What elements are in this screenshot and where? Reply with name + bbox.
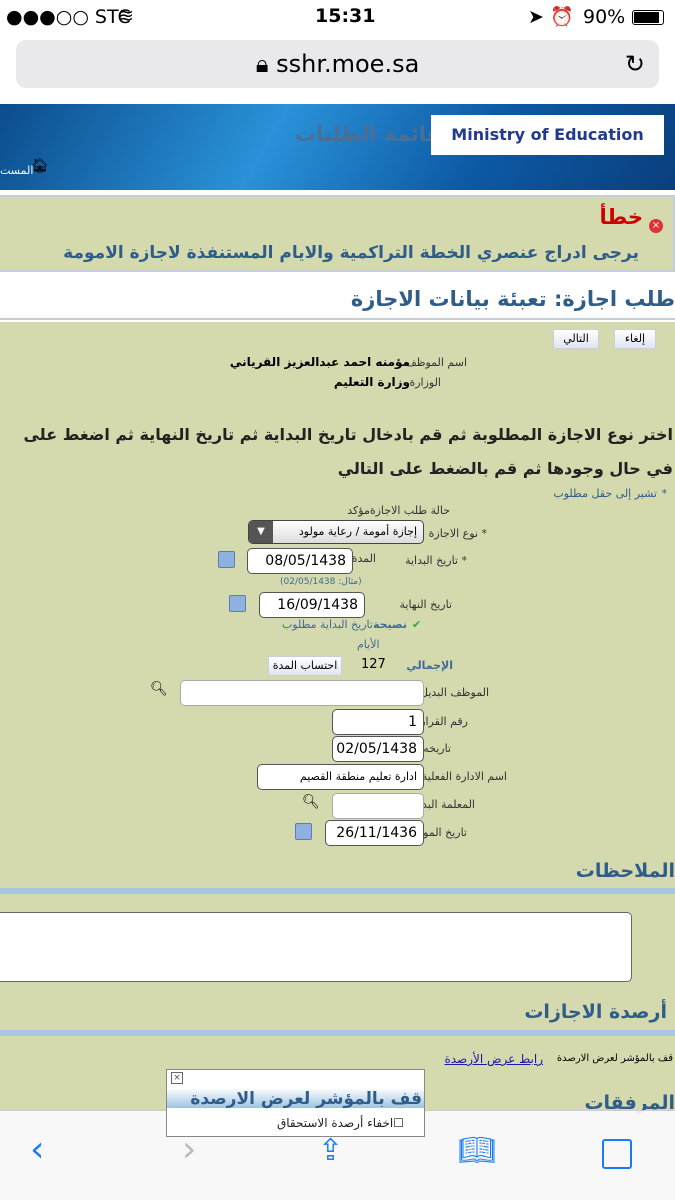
back-icon[interactable]: ‹ (30, 1129, 44, 1170)
address-bar[interactable]: 🔒︎ sshr.moe.sa ↻ (16, 40, 659, 88)
actual-admin-label: اسم الادارة الفعلية (421, 770, 507, 783)
bookmarks-icon[interactable]: 📖︎ (458, 1133, 496, 1168)
error-title: خطأ (599, 205, 643, 229)
search-icon[interactable]: 🔍︎ (150, 681, 168, 697)
decision-date-input[interactable]: 02/05/1438 (332, 736, 424, 762)
cancel-button[interactable]: إلغاء (614, 329, 656, 349)
birth-date-input[interactable]: 26/11/1436 (325, 820, 424, 846)
tip: نصيحةتاريخ البداية مطلوب (281, 618, 407, 631)
status-bar: ●●●○○ STC ≋ 15:31 ➤ ⏰ 90% (0, 0, 675, 36)
start-date-label: * تاريخ البداية (405, 554, 467, 567)
date-example: (مثال: 02/05/1438) (280, 577, 362, 587)
location-icon: ➤ ⏰ (528, 6, 574, 28)
ministry-label: الوزارة (409, 376, 441, 389)
hide-balances-checkbox[interactable]: ☐اخفاء أرصدة الاستحقاق (277, 1116, 404, 1130)
share-icon[interactable]: ⇪ (318, 1133, 343, 1168)
home-link[interactable]: المست (0, 164, 33, 177)
lock-icon: 🔒︎ (255, 50, 269, 78)
calendar-icon[interactable] (218, 551, 235, 568)
divider (0, 888, 675, 894)
duration-label: المدة (351, 552, 376, 565)
employee-name-label: اسم الموظف (405, 356, 467, 369)
popup-heading: قف بالمؤشر لعرض الارصدة (190, 1089, 422, 1109)
substitute-employee-label: الموظف البديل (420, 686, 489, 699)
notes-textarea[interactable] (0, 912, 632, 982)
tabs-icon[interactable] (602, 1139, 632, 1169)
error-icon: × (649, 219, 663, 233)
decision-number-input[interactable]: 1 (332, 709, 424, 735)
total-label: الإجمالي (406, 659, 453, 672)
check-icon: ✔ (412, 618, 422, 631)
chevron-down-icon: ▼ (249, 521, 273, 543)
decision-date-label: تاريخه (423, 742, 451, 755)
balances-hint: قف بالمؤشر لعرض الارصدة (556, 1053, 673, 1064)
home-icon[interactable]: 🏠︎ (31, 158, 49, 174)
carrier: ●●●○○ STC (6, 6, 131, 28)
calculate-duration-button[interactable]: احتساب المدة (268, 656, 342, 676)
decision-number-label: رقم القرار (420, 715, 468, 728)
wifi-icon: ≋ (118, 5, 134, 27)
divider (0, 1030, 675, 1036)
menu-title[interactable]: قائمة الطلبات (295, 122, 440, 146)
close-icon[interactable]: × (171, 1072, 183, 1084)
battery-icon (632, 10, 664, 25)
substitute-teacher-input[interactable] (332, 793, 424, 819)
balances-link[interactable]: رابط عرض الأرصدة (444, 1052, 543, 1066)
end-date-input[interactable]: 16/09/1438 (259, 592, 365, 618)
required-note: تشير إلى حقل مطلوب (553, 487, 657, 500)
page-title: طلب اجازة: تعبئة بيانات الاجازة (350, 287, 675, 311)
required-asterisk: * (661, 487, 668, 500)
ministry-value: وزارة التعليم (333, 375, 410, 389)
error-box: × خطأ يرجى ادراج عنصري الخطة التراكمية و… (0, 195, 675, 272)
instructions-line1: اختر نوع الاجازة المطلوبة ثم قم بادخال ت… (23, 425, 673, 444)
instructions-line2: في حال وجودها ثم قم بالضغط على التالي (337, 459, 673, 478)
instructions: اختر نوع الاجازة المطلوبة ثم قم بادخال ت… (2, 418, 673, 486)
status-value: مؤكد (347, 504, 370, 517)
calendar-icon[interactable] (229, 595, 246, 612)
clock: 15:31 (315, 5, 376, 27)
leave-type-label: * نوع الاجازة (428, 527, 487, 540)
search-icon[interactable]: 🔍︎ (302, 794, 320, 810)
total-value: 127 (361, 657, 386, 672)
notes-title: الملاحظات (575, 860, 675, 882)
battery-level: 90% (583, 6, 626, 28)
error-message: يرجى ادراج عنصري الخطة التراكمية والايام… (63, 243, 639, 263)
ministry-logo: Ministry of Education (431, 115, 664, 155)
end-date-label: تاريخ النهاية (399, 598, 453, 611)
calendar-icon[interactable] (295, 823, 312, 840)
employee-name: مؤمنه احمد عبدالعزيز القرياني (229, 355, 410, 369)
start-date-input[interactable]: 08/05/1438 (247, 548, 353, 574)
divider (0, 318, 675, 320)
balances-title: أرصدة الاجازات (524, 1001, 667, 1023)
substitute-employee-input[interactable] (180, 680, 424, 706)
next-button[interactable]: التالي (553, 329, 599, 349)
leave-type-select[interactable]: ▼ إجازة أمومة / رعاية مولود (248, 520, 424, 544)
balances-popup: × قف بالمؤشر لعرض الارصدة ☐اخفاء أرصدة ا… (166, 1069, 425, 1137)
url: sshr.moe.sa (276, 50, 420, 78)
actual-admin-input[interactable]: ادارة تعليم منطقة القصيم (257, 764, 424, 790)
reload-icon[interactable]: ↻ (625, 40, 645, 88)
days-label: الأيام (357, 638, 380, 651)
status-label: حالة طلب الاجازةمؤكد (347, 504, 450, 517)
